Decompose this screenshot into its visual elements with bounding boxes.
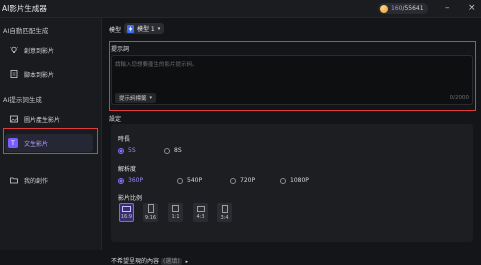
model-selector[interactable]: 模型 1 ▾ xyxy=(124,23,165,34)
sidebar-item-label: 圖片產生影片 xyxy=(24,116,61,124)
duration-label: 時長 xyxy=(118,136,131,143)
resolution-option-label: 540P xyxy=(187,177,203,184)
negative-prompt-toggle[interactable]: 不希望呈現的內容 (選填) ▸ xyxy=(111,256,188,265)
sidebar-section-auto: AI自動匹配生成 xyxy=(3,27,49,35)
highlight-box-sidebar xyxy=(3,128,98,154)
coin-icon xyxy=(380,4,388,13)
duration-option-8s[interactable]: 8S xyxy=(164,147,182,154)
optional-tag: (選填) xyxy=(161,258,182,265)
sidebar-item-my-creations[interactable]: 我的創作 xyxy=(10,174,48,186)
ratio-option-1-1[interactable]: 1:1 xyxy=(168,203,183,222)
sidebar-item-label: 我的創作 xyxy=(24,177,49,185)
resolution-option-label: 720P xyxy=(240,177,256,184)
lightning-icon xyxy=(127,24,134,33)
resolution-option-label: 360P xyxy=(128,177,144,184)
ratio-option-label: 4:3 xyxy=(196,213,205,220)
image-icon xyxy=(10,115,18,123)
ratio-9-16-icon xyxy=(147,204,154,213)
radio-button xyxy=(118,177,124,184)
app-title: AI影片生成器 xyxy=(2,4,47,13)
ratio-option-4-3[interactable]: 4:3 xyxy=(193,203,208,222)
app-window: AI影片生成器 160 / 55641 – × AI自動匹配生成 創意到影片 腳… xyxy=(0,0,481,265)
credits-badge[interactable]: 160 / 55641 xyxy=(378,3,428,14)
highlight-box-prompt xyxy=(109,41,476,111)
resolution-option-360p[interactable]: 360P xyxy=(118,177,143,184)
folder-icon xyxy=(10,176,18,184)
radio-button xyxy=(230,177,236,184)
model-value: 模型 1 xyxy=(137,26,155,33)
ratio-option-label: 1:1 xyxy=(171,214,180,220)
duration-option-5s[interactable]: 5S xyxy=(118,147,136,154)
negative-prompt-label: 不希望呈現的內容 xyxy=(111,258,160,265)
chevron-down-icon: ▾ xyxy=(157,25,161,32)
settings-title: 設定 xyxy=(109,116,122,123)
ratio-4-3-icon xyxy=(196,205,205,212)
credits-used: 160 xyxy=(391,5,403,12)
title-bar: AI影片生成器 160 / 55641 – × xyxy=(0,0,481,18)
resolution-option-1080p[interactable]: 1080P xyxy=(280,177,309,184)
ratio-option-label: 9:16 xyxy=(144,215,157,221)
resolution-option-label: 1080P xyxy=(290,177,309,184)
radio-button xyxy=(118,147,124,154)
sidebar-item-label: 腳本到影片 xyxy=(24,71,55,79)
ratio-option-16-9[interactable]: 16:9 xyxy=(119,203,134,222)
close-icon[interactable]: × xyxy=(468,2,476,14)
resolution-option-540p[interactable]: 540P xyxy=(177,177,202,184)
credits-total: 55641 xyxy=(404,5,424,12)
sidebar-item-label: 創意到影片 xyxy=(24,47,55,55)
sidebar-item-script-to-video[interactable]: 腳本到影片 xyxy=(10,68,54,80)
ratio-option-3-4[interactable]: 3:4 xyxy=(217,203,232,222)
model-label: 模型 xyxy=(109,27,122,34)
ratio-option-label: 3:4 xyxy=(220,214,229,221)
script-icon xyxy=(10,70,18,78)
ratio-option-9-16[interactable]: 9:16 xyxy=(143,203,158,222)
ratio-3-4-icon xyxy=(221,204,228,213)
radio-button xyxy=(280,177,286,184)
bulb-icon xyxy=(10,46,18,54)
sidebar-item-image-to-video[interactable]: 圖片產生影片 xyxy=(10,113,60,125)
ratio-option-label: 16:9 xyxy=(120,213,133,220)
minimize-icon[interactable]: – xyxy=(445,2,450,14)
sidebar-section-prompt: AI提示詞生成 xyxy=(3,96,42,104)
ratio-1-1-icon xyxy=(172,205,179,212)
ratio-16-9-icon xyxy=(122,205,131,212)
resolution-option-720p[interactable]: 720P xyxy=(230,177,255,184)
radio-button xyxy=(177,177,183,184)
radio-button xyxy=(164,147,170,154)
ratio-label: 影片比例 xyxy=(118,195,143,202)
chevron-right-icon: ▸ xyxy=(185,259,189,265)
resolution-label: 解析度 xyxy=(118,166,137,173)
sidebar-item-idea-to-video[interactable]: 創意到影片 xyxy=(10,44,54,56)
duration-option-label: 8S xyxy=(174,147,182,154)
duration-option-label: 5S xyxy=(128,147,136,154)
